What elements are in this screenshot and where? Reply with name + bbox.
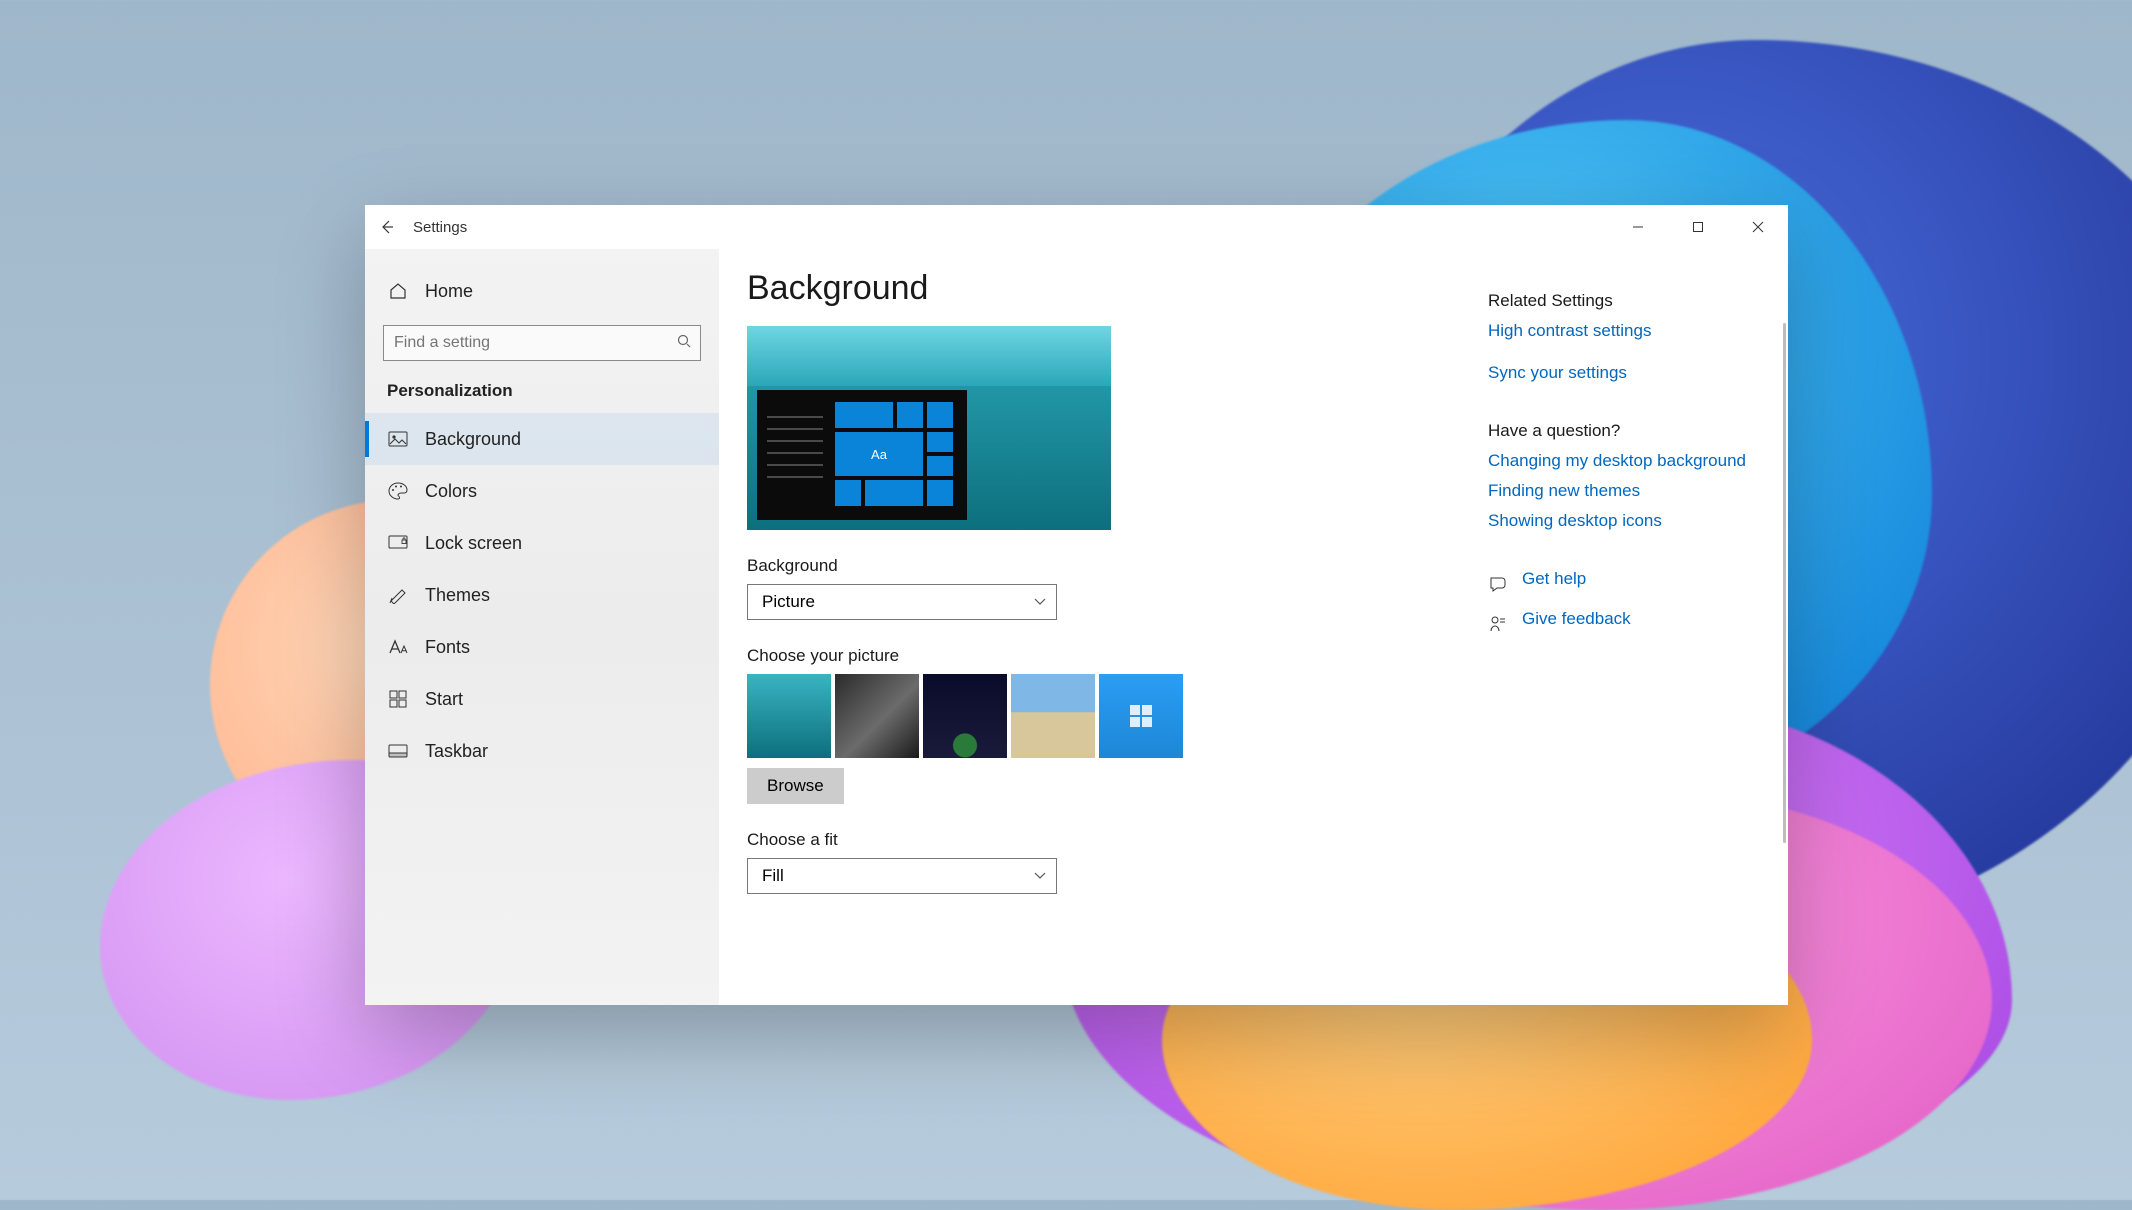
background-preview: Aa	[747, 326, 1111, 530]
link-high-contrast[interactable]: High contrast settings	[1488, 321, 1778, 341]
lock-screen-icon	[387, 535, 409, 551]
related-settings-title: Related Settings	[1488, 291, 1778, 311]
picture-thumb[interactable]	[1011, 674, 1095, 758]
link-change-background[interactable]: Changing my desktop background	[1488, 451, 1778, 471]
nav-label: Taskbar	[425, 741, 488, 762]
nav-label: Lock screen	[425, 533, 522, 554]
picture-thumb[interactable]	[747, 674, 831, 758]
category-heading: Personalization	[365, 365, 719, 413]
nav-fonts[interactable]: Fonts	[365, 621, 719, 673]
home-label: Home	[425, 281, 473, 302]
preview-sample-text: Aa	[835, 432, 923, 476]
picture-thumb[interactable]	[835, 674, 919, 758]
background-type-select[interactable]: Picture	[747, 584, 1057, 620]
nav-background[interactable]: Background	[365, 413, 719, 465]
palette-icon	[387, 482, 409, 500]
settings-window: Settings Home	[365, 205, 1788, 1005]
close-button[interactable]	[1728, 205, 1788, 249]
home-icon	[387, 282, 409, 300]
scrollbar[interactable]	[1782, 249, 1788, 1005]
background-type-label: Background	[747, 556, 1488, 576]
minimize-button[interactable]	[1608, 205, 1668, 249]
sidebar: Home Personalization Background Colors L…	[365, 249, 719, 1005]
nav-taskbar[interactable]: Taskbar	[365, 725, 719, 777]
picture-thumb[interactable]	[1099, 674, 1183, 758]
fit-value: Fill	[762, 866, 784, 886]
chevron-down-icon	[1034, 872, 1046, 880]
nav-themes[interactable]: Themes	[365, 569, 719, 621]
picture-thumbnails	[747, 674, 1488, 758]
close-icon	[1752, 221, 1764, 233]
search-input[interactable]	[383, 325, 701, 361]
app-title: Settings	[413, 219, 467, 236]
maximize-icon	[1692, 221, 1704, 233]
picture-thumb[interactable]	[923, 674, 1007, 758]
background-type-value: Picture	[762, 592, 815, 612]
nav-label: Background	[425, 429, 521, 450]
scrollbar-thumb[interactable]	[1783, 323, 1786, 843]
link-sync-settings[interactable]: Sync your settings	[1488, 363, 1778, 383]
nav-colors[interactable]: Colors	[365, 465, 719, 517]
nav-label: Colors	[425, 481, 477, 502]
nav-start[interactable]: Start	[365, 673, 719, 725]
chevron-down-icon	[1034, 598, 1046, 606]
maximize-button[interactable]	[1668, 205, 1728, 249]
picture-icon	[387, 431, 409, 447]
minimize-icon	[1632, 221, 1644, 233]
choose-picture-label: Choose your picture	[747, 646, 1488, 666]
fit-select[interactable]: Fill	[747, 858, 1057, 894]
nav-label: Fonts	[425, 637, 470, 658]
have-question-title: Have a question?	[1488, 421, 1778, 441]
themes-icon	[387, 586, 409, 604]
link-give-feedback[interactable]: Give feedback	[1522, 609, 1631, 629]
feedback-icon	[1488, 616, 1508, 632]
fit-label: Choose a fit	[747, 830, 1488, 850]
right-rail: Related Settings High contrast settings …	[1488, 269, 1778, 1005]
page-title: Background	[747, 269, 1488, 308]
link-desktop-icons[interactable]: Showing desktop icons	[1488, 511, 1778, 531]
link-get-help[interactable]: Get help	[1522, 569, 1586, 589]
link-find-themes[interactable]: Finding new themes	[1488, 481, 1778, 501]
nav-label: Start	[425, 689, 463, 710]
titlebar: Settings	[365, 205, 1788, 249]
fonts-icon	[387, 639, 409, 655]
home-nav[interactable]: Home	[365, 265, 719, 317]
back-arrow-icon	[379, 219, 395, 235]
main-area: Background Aa Background	[719, 249, 1788, 1005]
nav-label: Themes	[425, 585, 490, 606]
taskbar-icon	[387, 744, 409, 758]
back-button[interactable]	[365, 205, 409, 249]
start-icon	[387, 690, 409, 708]
browse-button[interactable]: Browse	[747, 768, 844, 804]
help-icon	[1488, 576, 1508, 592]
nav-lock-screen[interactable]: Lock screen	[365, 517, 719, 569]
